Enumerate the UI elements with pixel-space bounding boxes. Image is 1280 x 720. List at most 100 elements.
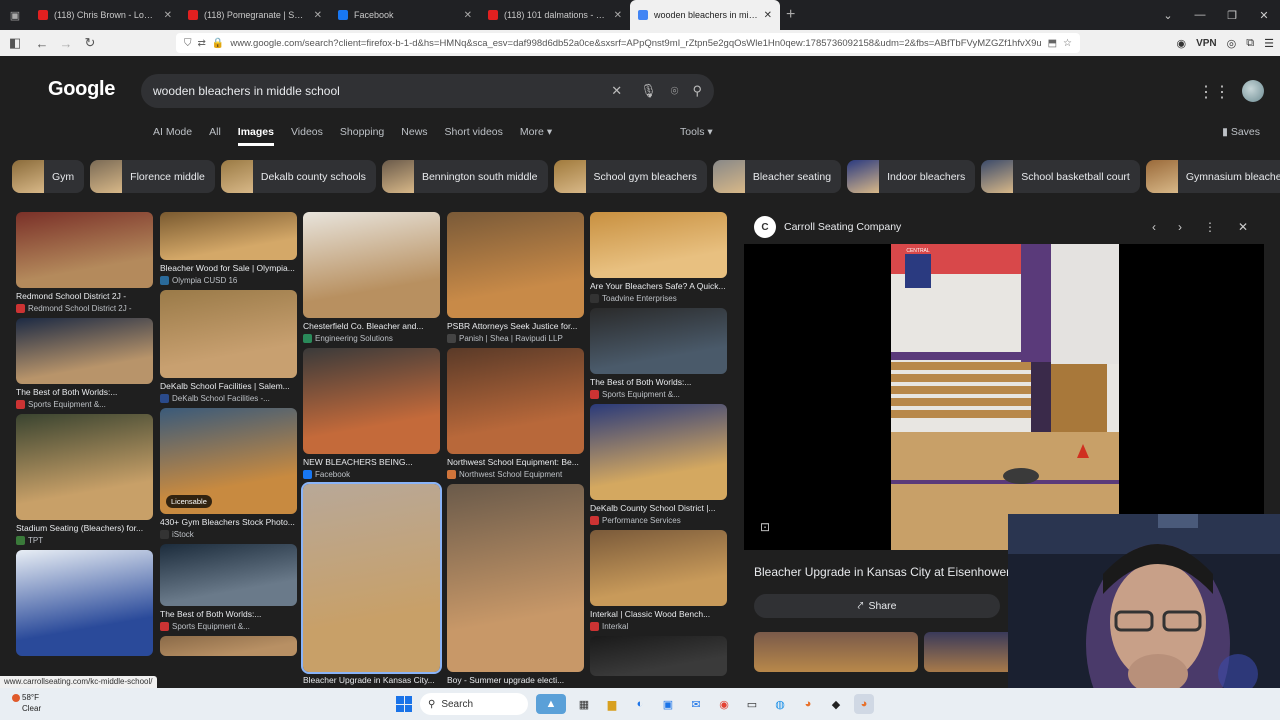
image-result[interactable]: Bleacher Upgrade in Kansas City... <box>301 482 442 685</box>
preview-image[interactable]: CENTRAL <box>891 244 1119 550</box>
clear-icon[interactable]: ✕ <box>611 83 622 99</box>
search-tab-all[interactable]: All <box>209 126 221 146</box>
result-caption[interactable]: DeKalb School Facilities | Salem... <box>160 381 297 391</box>
related-search-chip[interactable]: Florence middle <box>90 160 215 193</box>
copilot-icon[interactable]: ◍ <box>770 694 790 714</box>
image-result[interactable]: The Best of Both Worlds:... Sports Equipm… <box>160 544 297 631</box>
preview-source[interactable]: C Carroll Seating Company <box>754 216 901 238</box>
forward-button[interactable]: → <box>54 36 78 51</box>
result-thumbnail[interactable] <box>303 212 440 318</box>
result-source[interactable]: TPT <box>16 536 153 545</box>
search-tab-videos[interactable]: Videos <box>291 126 323 146</box>
related-search-chip[interactable]: School basketball court <box>981 160 1140 193</box>
result-thumbnail[interactable] <box>16 318 153 384</box>
result-thumbnail[interactable] <box>447 348 584 454</box>
tab-close-icon[interactable]: ✕ <box>764 10 772 21</box>
result-thumbnail[interactable] <box>590 636 727 676</box>
result-caption[interactable]: The Best of Both Worlds:... <box>590 377 727 387</box>
preview-image-area[interactable]: CENTRAL ⊡ <box>744 244 1264 550</box>
firefox-icon[interactable]: ◕ <box>798 694 818 714</box>
result-caption[interactable]: The Best of Both Worlds:... <box>16 387 153 397</box>
result-caption[interactable]: Stadium Seating (Bleachers) for... <box>16 523 153 533</box>
related-search-chip[interactable]: Gym <box>12 160 85 193</box>
related-search-chip[interactable]: Gymnasium bleachers <box>1145 160 1280 193</box>
result-caption[interactable]: Bleacher Upgrade in Kansas City... <box>303 675 440 685</box>
result-source[interactable]: Toadvine Enterprises <box>590 294 727 303</box>
image-result[interactable]: Interkal | Classic Wood Bench... Interkal <box>590 530 727 631</box>
search-tab-news[interactable]: News <box>401 126 427 146</box>
result-source[interactable]: Northwest School Equipment <box>447 470 584 479</box>
shield-icon[interactable]: ⛉ <box>184 38 192 49</box>
new-tab-button[interactable]: + <box>786 6 795 24</box>
back-button[interactable]: ← <box>30 36 54 51</box>
tab-close-icon[interactable]: ✕ <box>464 10 472 21</box>
related-search-chip[interactable]: Bennington south middle <box>381 160 548 193</box>
result-caption[interactable]: DeKalb County School District |... <box>590 503 727 513</box>
close-window-button[interactable]: ✕ <box>1248 9 1280 22</box>
tab-list-icon[interactable]: ⌄ <box>1152 9 1184 22</box>
image-result[interactable]: Chesterfield Co. Bleacher and... Engineer… <box>303 212 440 343</box>
extensions-icon[interactable]: ⧉ <box>1246 37 1254 50</box>
result-caption[interactable]: Interkal | Classic Wood Bench... <box>590 609 727 619</box>
tab-overview-icon[interactable]: ▣ <box>0 0 30 30</box>
task-view-icon[interactable]: ▦ <box>574 694 594 714</box>
result-caption[interactable]: 430+ Gym Bleachers Stock Photo... <box>160 517 297 527</box>
more-options-icon[interactable]: ⋮ <box>1204 220 1216 234</box>
result-caption[interactable]: Northwest School Equipment: Be... <box>447 457 584 467</box>
image-result[interactable]: Are Your Bleachers Safe? A Quick... Toadv… <box>590 212 727 303</box>
minimize-button[interactable]: — <box>1184 9 1216 21</box>
outlook-icon[interactable]: ✉ <box>686 694 706 714</box>
result-thumbnail[interactable] <box>590 308 727 374</box>
image-result[interactable]: Bleacher Wood for Sale | Olympia... Olymp… <box>160 212 297 285</box>
result-thumbnail[interactable] <box>590 212 727 278</box>
chrome-icon[interactable]: ◉ <box>714 694 734 714</box>
bookmark-star-icon[interactable]: ☆ <box>1063 38 1072 49</box>
result-caption[interactable]: The Best of Both Worlds:... <box>160 609 297 619</box>
permissions-icon[interactable]: ⇄ <box>198 38 206 49</box>
firefox-view-icon[interactable]: ◉ <box>1176 37 1186 50</box>
menu-icon[interactable]: ☰ <box>1264 37 1274 50</box>
result-source[interactable]: Redmond School District 2J - <box>16 304 153 313</box>
search-tab-ai-mode[interactable]: AI Mode <box>153 126 192 146</box>
result-thumbnail[interactable] <box>590 404 727 500</box>
browser-tab[interactable]: wooden bleachers in middle sc ✕ <box>630 0 780 30</box>
image-result[interactable]: Licensable 430+ Gym Bleachers Stock Photo… <box>160 408 297 539</box>
result-caption[interactable]: Chesterfield Co. Bleacher and... <box>303 321 440 331</box>
browser-tab[interactable]: Facebook ✕ <box>330 0 480 30</box>
account-icon[interactable]: ◎ <box>1227 37 1237 50</box>
tools-menu[interactable]: Tools ▾ <box>680 126 713 138</box>
image-result[interactable] <box>590 636 727 676</box>
image-result[interactable]: PSBR Attorneys Seek Justice for... Panish… <box>447 212 584 343</box>
related-search-chip[interactable]: School gym bleachers <box>553 160 707 193</box>
start-button[interactable] <box>396 696 412 712</box>
image-result[interactable]: Northwest School Equipment: Be... Northwe… <box>447 348 584 479</box>
result-thumbnail[interactable] <box>303 348 440 454</box>
image-result[interactable]: DeKalb School Facilities | Salem... DeKal… <box>160 290 297 403</box>
image-result[interactable]: The Best of Both Worlds:... Sports Equipm… <box>590 308 727 399</box>
result-thumbnail[interactable] <box>160 636 297 656</box>
apps-grid-icon[interactable]: ⋮⋮ <box>1198 82 1230 102</box>
tab-close-icon[interactable]: ✕ <box>614 10 622 21</box>
result-thumbnail[interactable] <box>16 414 153 520</box>
close-icon[interactable]: ✕ <box>1238 220 1248 234</box>
result-caption[interactable]: Bleacher Wood for Sale | Olympia... <box>160 263 297 273</box>
image-result[interactable] <box>160 636 297 656</box>
weather-widget[interactable]: 58°F Clear <box>12 692 41 714</box>
search-tab-more[interactable]: More <box>520 126 544 146</box>
search-input[interactable] <box>153 84 598 98</box>
taskbar-search[interactable]: ⚲ Search <box>420 693 528 715</box>
sidebar-icon[interactable]: ◧ <box>0 35 30 51</box>
tab-close-icon[interactable]: ✕ <box>314 10 322 21</box>
result-thumbnail[interactable] <box>16 212 153 288</box>
preview-title[interactable]: Bleacher Upgrade in Kansas City at Eisen… <box>754 565 1010 579</box>
next-icon[interactable]: › <box>1178 220 1182 234</box>
search-box[interactable]: ✕ 🎙 ⌾ ⚲ <box>141 74 714 108</box>
lock-icon[interactable]: 🔒 <box>212 38 224 49</box>
image-result[interactable] <box>16 550 153 656</box>
result-source[interactable]: Sports Equipment &... <box>16 400 153 409</box>
image-result[interactable]: Redmond School District 2J - Redmond Scho… <box>16 212 153 313</box>
voice-search-icon[interactable]: 🎙 <box>640 83 657 99</box>
edge-icon[interactable]: ◐ <box>630 694 650 714</box>
vpn-button[interactable]: VPN <box>1196 38 1217 49</box>
avatar[interactable] <box>1242 80 1264 102</box>
